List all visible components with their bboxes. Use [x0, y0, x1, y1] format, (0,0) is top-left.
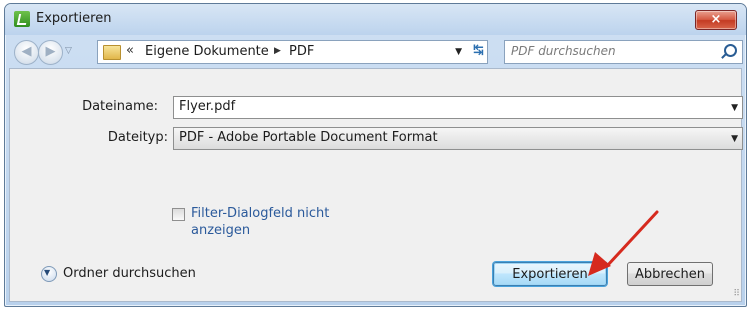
annotation-arrow-head	[588, 252, 611, 276]
annotation-arrow	[588, 210, 659, 276]
annotation-arrow-shaft	[605, 210, 659, 268]
export-dialog: Exportieren × ◀ ▶ ▽ « Eigene Dokumente ▶…	[4, 3, 747, 307]
